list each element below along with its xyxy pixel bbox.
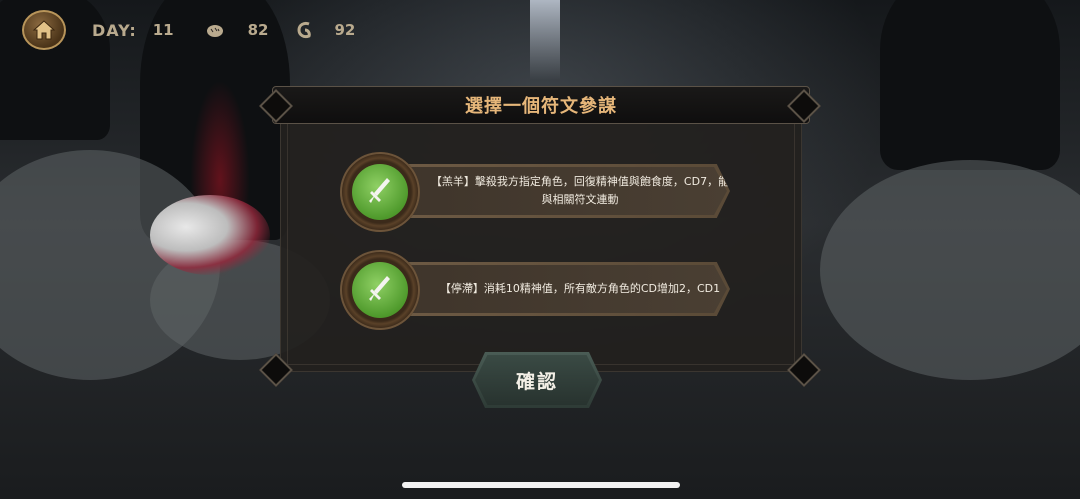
rune-option-banner: 【停滯】消耗10精神值，所有敵方角色的CD增加2，CD1 <box>400 262 730 316</box>
confirm-button[interactable]: 確認 <box>472 352 602 408</box>
dagger-icon <box>369 276 390 301</box>
dialog-title-bar: 選擇一個符文參謀 <box>272 86 810 124</box>
rune-icon-frame <box>340 152 420 232</box>
rune-description: 【羔羊】擊殺我方指定角色，回復精神值與飽食度，CD7，能與相關符文連動 <box>430 175 730 206</box>
rune-description: 【停滯】消耗10精神值，所有敵方角色的CD增加2，CD1 <box>439 282 721 295</box>
day-counter: DAY: 11 <box>92 21 174 40</box>
top-hud: DAY: 11 82 92 <box>22 10 355 50</box>
background-bush <box>820 160 1080 380</box>
gold-value: 92 <box>334 21 356 39</box>
coin-icon <box>297 21 312 39</box>
day-label: DAY: <box>92 20 137 40</box>
rune-select-dialog <box>280 104 802 372</box>
bread-icon <box>206 25 223 37</box>
dialog-title: 選擇一個符文參謀 <box>465 96 617 117</box>
confirm-label: 確認 <box>515 370 558 393</box>
fountain-light <box>530 0 560 80</box>
food-counter: 82 <box>206 21 269 39</box>
home-button[interactable] <box>22 10 66 50</box>
rune-icon-frame <box>340 250 420 330</box>
day-value: 11 <box>152 21 174 39</box>
home-icon <box>32 20 56 40</box>
dagger-icon <box>369 178 390 203</box>
rune-option-lamb[interactable]: 【羔羊】擊殺我方指定角色，回復精神值與飽食度，CD7，能與相關符文連動 <box>340 152 760 232</box>
rune-option-banner: 【羔羊】擊殺我方指定角色，回復精神值與飽食度，CD7，能與相關符文連動 <box>400 164 730 218</box>
character-sprite <box>150 195 270 275</box>
food-value: 82 <box>247 21 269 39</box>
home-indicator[interactable] <box>402 482 680 488</box>
gold-counter: 92 <box>296 21 355 39</box>
background-tree <box>880 0 1060 170</box>
rune-option-stasis[interactable]: 【停滯】消耗10精神值，所有敵方角色的CD增加2，CD1 <box>340 250 760 330</box>
